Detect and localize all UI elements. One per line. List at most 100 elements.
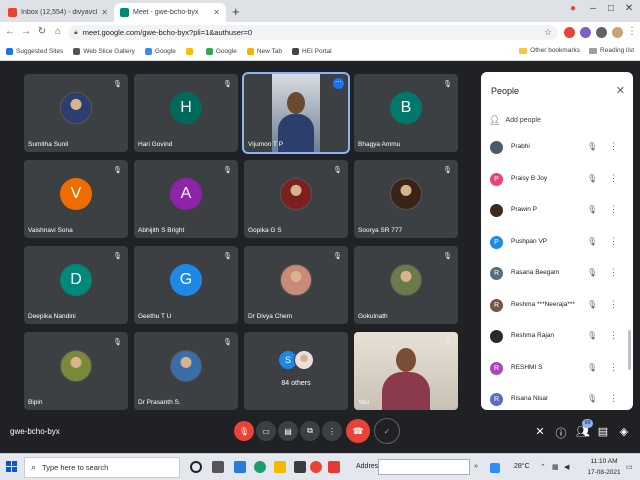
network-icon[interactable]: ▦ <box>552 463 559 471</box>
mic-off-icon[interactable]: 🎙︎ <box>587 142 597 151</box>
task-view-icon[interactable] <box>212 461 224 473</box>
leave-call-button[interactable]: ☎︎ <box>346 419 370 443</box>
captions-button[interactable]: ▤ <box>278 421 298 441</box>
more-options-icon[interactable]: ⋯ <box>333 78 344 89</box>
more-vert-icon[interactable]: ⋮ <box>609 299 618 310</box>
more-vert-icon[interactable]: ⋮ <box>609 267 618 278</box>
mic-off-icon[interactable]: 🎙︎ <box>587 300 597 309</box>
home-icon[interactable]: ⌂ <box>52 26 64 37</box>
notifications-icon[interactable]: ▭ <box>626 463 633 471</box>
participant-tile[interactable]: Gopika G S 🎙︎ <box>244 160 348 238</box>
participant-tile[interactable]: Vijumon T P ⋯ <box>242 72 350 154</box>
bookmark-item[interactable]: HEI Portal <box>292 48 332 55</box>
participant-row[interactable]: Reshma Rajan 🎙︎ ⋮ <box>481 321 633 352</box>
extension-icon[interactable] <box>580 27 591 38</box>
participant-tile[interactable]: D Deepika Nandini 🎙︎ <box>24 246 128 324</box>
weather-temperature[interactable]: 28°C <box>514 463 530 470</box>
profile-avatar[interactable] <box>612 27 623 38</box>
maximize-icon[interactable]: □ <box>604 3 618 14</box>
clock-date[interactable]: 17-08-2021 <box>584 469 624 476</box>
camera-toggle-button[interactable]: ▭ <box>256 421 276 441</box>
mic-off-icon[interactable]: 🎙︎ <box>587 363 597 372</box>
add-people-button[interactable]: 👤︎ Add people <box>489 115 541 126</box>
other-bookmarks[interactable]: Other bookmarks <box>519 47 580 54</box>
more-vert-icon[interactable]: ⋮ <box>609 236 618 247</box>
file-explorer-icon[interactable] <box>274 461 286 473</box>
more-vert-icon[interactable]: ⋮ <box>609 204 618 215</box>
chrome-icon[interactable] <box>310 461 322 473</box>
bookmark-item[interactable]: Suggested Sites <box>6 48 63 55</box>
bookmark-item[interactable] <box>185 48 196 55</box>
close-icon[interactable]: ✕ <box>213 8 220 17</box>
forward-icon[interactable]: → <box>20 26 32 37</box>
participant-row[interactable]: R Risana Nisar 🎙︎ ⋮ <box>481 384 633 410</box>
reading-list[interactable]: Reading list <box>589 47 634 54</box>
window-close-icon[interactable]: ✕ <box>622 3 636 14</box>
activities-icon[interactable]: ◈ <box>617 425 631 438</box>
chevron-right-icon[interactable]: » <box>474 463 478 470</box>
more-vert-icon[interactable]: ⋮ <box>609 173 618 184</box>
bookmark-item[interactable]: Google <box>144 48 176 55</box>
participant-row[interactable]: Prabhi 🎙︎ ⋮ <box>481 132 633 163</box>
back-icon[interactable]: ← <box>4 26 16 37</box>
extensions-puzzle-icon[interactable] <box>596 27 607 38</box>
address-bar[interactable]: 🔒︎ meet.google.com/gwe-bcho-byx?pli=1&au… <box>68 25 558 40</box>
participant-tile[interactable]: Bipin 🎙︎ <box>24 332 128 410</box>
mic-off-icon[interactable]: 🎙︎ <box>587 174 597 183</box>
mic-off-icon[interactable]: 🎙︎ <box>587 331 597 340</box>
more-options-button[interactable]: ⋮ <box>322 421 342 441</box>
edge-icon[interactable] <box>254 461 266 473</box>
address-toolbar-input[interactable] <box>378 459 470 475</box>
participant-tile[interactable]: You 🎙︎ <box>354 332 458 410</box>
bookmark-item[interactable]: Web Slice Gallery <box>73 48 135 55</box>
more-vert-icon[interactable]: ⋮ <box>609 141 618 152</box>
more-vert-icon[interactable]: ⋮ <box>609 330 618 341</box>
participant-tile[interactable]: Gokulnath 🎙︎ <box>354 246 458 324</box>
participant-tile[interactable]: G Geethu T U 🎙︎ <box>134 246 238 324</box>
new-tab-button[interactable]: + <box>232 4 240 19</box>
menu-icon[interactable]: ⋮ <box>626 26 638 37</box>
bookmark-star-icon[interactable]: ☆ <box>544 27 552 38</box>
mic-off-icon[interactable]: 🎙︎ <box>587 237 597 246</box>
participant-tile[interactable]: Soorya SR 777 🎙︎ <box>354 160 458 238</box>
tab-gmail[interactable]: Inbox (12,554) - divyavchem@gm ✕ <box>2 3 114 22</box>
participant-row[interactable]: P Praisy B Joy 🎙︎ ⋮ <box>481 164 633 195</box>
activities-button[interactable]: ✓ <box>374 418 400 444</box>
more-vert-icon[interactable]: ⋮ <box>609 362 618 373</box>
participant-row[interactable]: R Reshma ***Neeraja*** 🎙︎ ⋮ <box>481 290 633 321</box>
windows-start-icon[interactable] <box>6 461 18 473</box>
reload-icon[interactable]: ↻ <box>36 26 48 37</box>
participant-tile[interactable]: Sumitha Sunil 🎙︎ <box>24 74 128 152</box>
store-icon[interactable] <box>294 461 306 473</box>
app-tray-icon[interactable] <box>490 463 500 473</box>
scrollbar[interactable] <box>628 330 631 370</box>
participant-tile[interactable]: Dr Divya Chem 🎙︎ <box>244 246 348 324</box>
participant-tile[interactable]: Dr Prasanth S. 🎙︎ <box>134 332 238 410</box>
extension-icon[interactable] <box>564 27 575 38</box>
present-button[interactable]: ⧉ <box>300 421 320 441</box>
participant-row[interactable]: P Pushpan VP 🎙︎ ⋮ <box>481 227 633 258</box>
chevron-up-icon[interactable]: ⌃ <box>540 463 546 471</box>
bookmark-item[interactable]: New Tab <box>246 48 282 55</box>
participant-tile[interactable]: H Hari Govind 🎙︎ <box>134 74 238 152</box>
close-icon[interactable]: ✕ <box>616 84 625 97</box>
mic-off-icon[interactable]: 🎙︎ <box>587 268 597 277</box>
participant-row[interactable]: Prawin P 🎙︎ ⋮ <box>481 195 633 226</box>
zoom-app-icon[interactable] <box>234 461 246 473</box>
bookmark-item[interactable]: Google <box>205 48 237 55</box>
participant-tile[interactable]: V Vaishnavi Sona 🎙︎ <box>24 160 128 238</box>
mic-off-icon[interactable]: 🎙︎ <box>587 205 597 214</box>
youtube-icon[interactable] <box>328 461 340 473</box>
participant-row[interactable]: R RESHMI S 🎙︎ ⋮ <box>481 353 633 384</box>
mic-toggle-button[interactable]: 🎙︎ <box>234 421 254 441</box>
minimize-icon[interactable]: – <box>586 3 600 14</box>
participant-tile[interactable]: A Abhijith S Bright 🎙︎ <box>134 160 238 238</box>
host-controls-icon[interactable]: ✕ <box>533 425 547 438</box>
mic-off-icon[interactable]: 🎙︎ <box>587 394 597 403</box>
cortana-icon[interactable] <box>190 461 202 473</box>
more-vert-icon[interactable]: ⋮ <box>609 393 618 404</box>
tab-meet[interactable]: Meet - gwe-bcho-byx ✕ <box>114 3 226 22</box>
volume-icon[interactable]: ◀︎ <box>564 463 569 471</box>
participant-row[interactable]: R Rasana Beegam 🎙︎ ⋮ <box>481 258 633 289</box>
participant-tile[interactable]: B Bhagya Ammu 🎙︎ <box>354 74 458 152</box>
